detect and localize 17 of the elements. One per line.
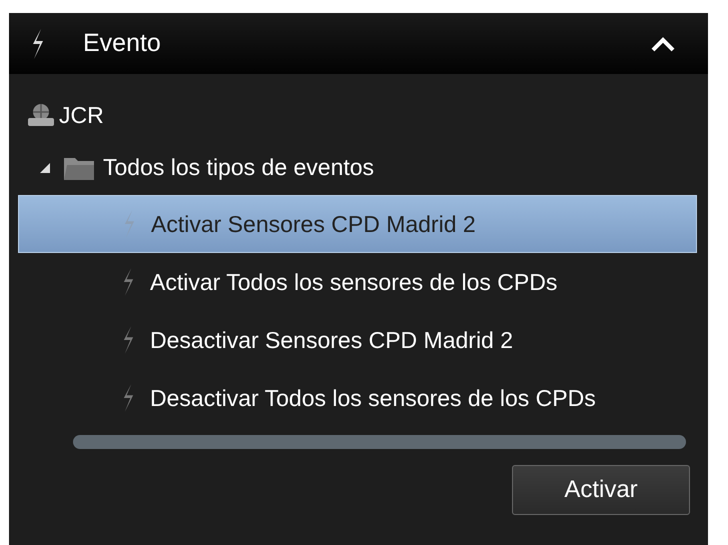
lightning-icon xyxy=(122,326,135,354)
tree-item[interactable]: Desactivar Sensores CPD Madrid 2 xyxy=(18,311,697,369)
activate-button[interactable]: Activar xyxy=(512,465,690,515)
horizontal-scrollbar[interactable] xyxy=(73,435,686,449)
tree-item[interactable]: Todos los tipos de eventos xyxy=(9,140,708,195)
lightning-icon xyxy=(122,268,135,296)
lightning-icon xyxy=(31,28,45,58)
lightning-icon xyxy=(122,384,135,412)
tree-item[interactable]: Activar Sensores CPD Madrid 2 xyxy=(18,195,697,253)
tree-item[interactable]: JCR xyxy=(9,90,708,140)
globe-server-icon xyxy=(27,103,55,127)
lightning-icon xyxy=(123,210,136,238)
panel-title: Evento xyxy=(83,29,162,58)
expand-triangle-icon[interactable] xyxy=(39,162,51,174)
collapse-icon[interactable] xyxy=(650,36,676,52)
tree-item[interactable]: Activar Todos los sensores de los CPDs xyxy=(18,253,697,311)
tree-item[interactable]: Desactivar Todos los sensores de los CPDs xyxy=(18,369,697,427)
